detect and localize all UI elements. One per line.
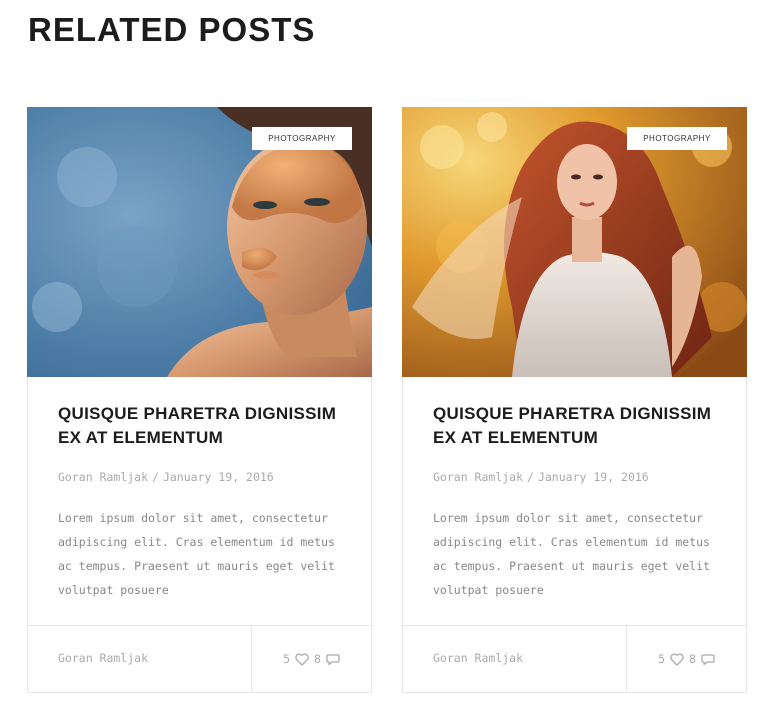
post-author-link[interactable]: Goran Ramljak	[433, 470, 523, 484]
comments-button[interactable]: 8	[314, 652, 340, 666]
post-card: PHOTOGRAPHY QUISQUE PHARETRA DIGNISSIM E…	[402, 107, 747, 693]
post-stats: 5 8	[252, 626, 371, 692]
heart-icon	[670, 652, 684, 666]
footer-author-link[interactable]: Goran Ramljak	[433, 651, 523, 665]
comments-button[interactable]: 8	[689, 652, 715, 666]
footer-author-link[interactable]: Goran Ramljak	[58, 651, 148, 665]
post-excerpt: Lorem ipsum dolor sit amet, consectetur …	[58, 511, 335, 597]
like-count: 5	[283, 652, 290, 666]
post-thumbnail-image[interactable]: PHOTOGRAPHY	[27, 107, 372, 377]
post-thumbnail-image[interactable]: PHOTOGRAPHY	[402, 107, 747, 377]
card-footer: Goran Ramljak 5 8	[28, 625, 371, 692]
post-excerpt: Lorem ipsum dolor sit amet, consectetur …	[433, 511, 710, 597]
meta-separator: /	[152, 470, 159, 484]
post-title[interactable]: QUISQUE PHARETRA DIGNISSIM EX AT ELEMENT…	[58, 402, 358, 450]
heart-icon	[295, 652, 309, 666]
comment-icon	[701, 653, 715, 665]
post-meta: Goran Ramljak / January 19, 2016	[433, 470, 733, 484]
post-title[interactable]: QUISQUE PHARETRA DIGNISSIM EX AT ELEMENT…	[433, 402, 733, 450]
card-footer: Goran Ramljak 5 8	[403, 625, 746, 692]
category-badge[interactable]: PHOTOGRAPHY	[627, 127, 727, 150]
like-count: 5	[658, 652, 665, 666]
section-title: RELATED POSTS	[28, 11, 316, 48]
post-author-link[interactable]: Goran Ramljak	[58, 470, 148, 484]
post-date-link[interactable]: January 19, 2016	[163, 470, 274, 484]
post-meta: Goran Ramljak / January 19, 2016	[58, 470, 358, 484]
post-card: PHOTOGRAPHY QUISQUE PHARETRA DIGNISSIM E…	[27, 107, 372, 693]
like-button[interactable]: 5	[658, 652, 684, 666]
comment-icon	[326, 653, 340, 665]
meta-separator: /	[527, 470, 534, 484]
comment-count: 8	[314, 652, 321, 666]
post-stats: 5 8	[627, 626, 746, 692]
category-badge[interactable]: PHOTOGRAPHY	[252, 127, 352, 150]
post-date-link[interactable]: January 19, 2016	[538, 470, 649, 484]
comment-count: 8	[689, 652, 696, 666]
like-button[interactable]: 5	[283, 652, 309, 666]
